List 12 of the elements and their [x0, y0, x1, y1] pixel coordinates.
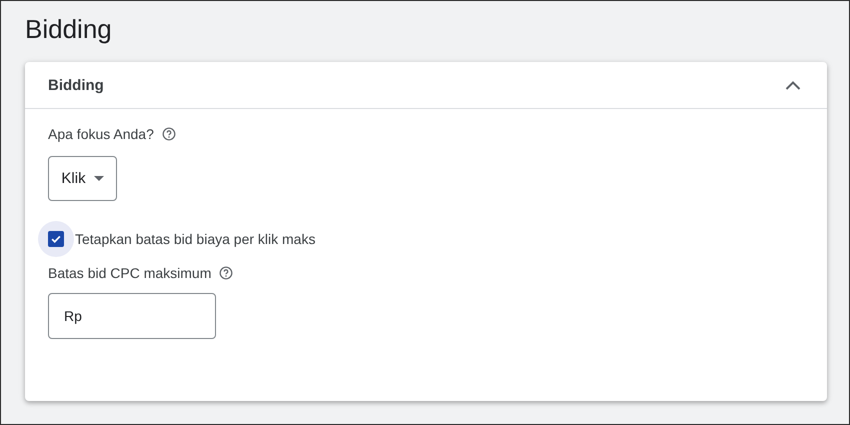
help-icon[interactable] — [219, 266, 234, 280]
page-title: Bidding — [25, 13, 112, 45]
checkbox[interactable] — [48, 231, 64, 247]
card-title: Bidding — [48, 76, 104, 94]
field-label: Apa fokus Anda? — [48, 126, 154, 142]
caret-icon — [94, 176, 104, 181]
field-label: Batas bid CPC maksimum — [48, 265, 212, 281]
chevron-up-icon[interactable] — [785, 80, 801, 90]
focus-dropdown[interactable]: Klik — [48, 156, 117, 201]
help-icon[interactable] — [162, 127, 176, 141]
max-cpc-input[interactable]: Rp — [48, 293, 216, 339]
checkbox-label: Tetapkan batas bid biaya per klik maks — [75, 231, 316, 247]
